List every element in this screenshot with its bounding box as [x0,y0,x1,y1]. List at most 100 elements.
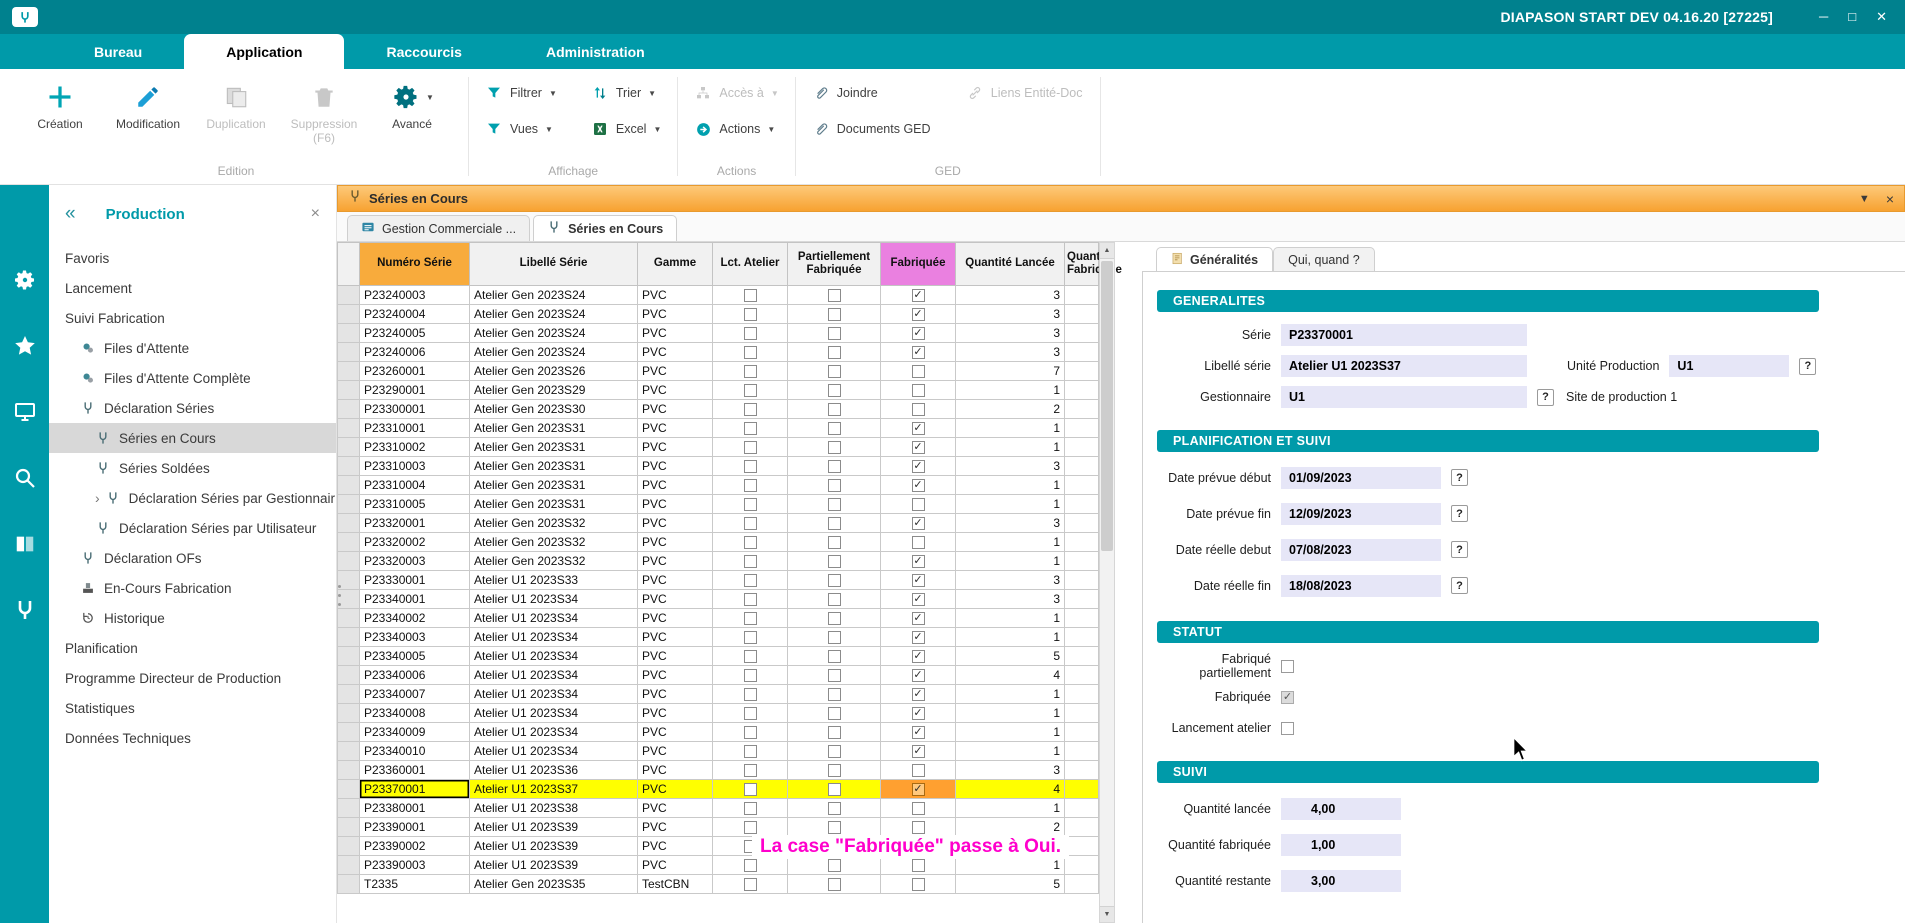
cell-serie[interactable]: P23340009 [360,723,470,742]
cell-quantite-lancee[interactable]: 3 [956,514,1065,533]
cell-libelle[interactable]: Atelier U1 2023S34 [470,590,638,609]
cell-gamme[interactable]: PVC [638,609,713,628]
cell-quantite-lancee[interactable]: 3 [956,286,1065,305]
cell-serie[interactable]: P23310004 [360,476,470,495]
cell-quantite-lancee[interactable]: 1 [956,552,1065,571]
table-row-P23340009[interactable]: P23340009Atelier U1 2023S34PVC1 [338,723,1099,742]
cell-quantite-lancee[interactable]: 1 [956,381,1065,400]
cell-gamme[interactable]: PVC [638,723,713,742]
cell-lct-atelier[interactable] [713,780,788,799]
checkbox[interactable] [828,365,841,378]
table-row-P23320003[interactable]: P23320003Atelier Gen 2023S32PVC1 [338,552,1099,571]
table-row-P23240005[interactable]: P23240005Atelier Gen 2023S24PVC3 [338,324,1099,343]
row-selector[interactable] [338,286,360,305]
checkbox[interactable] [912,498,925,511]
quantite-field[interactable]: 3,00 [1281,870,1401,892]
collapse-sidebar-icon[interactable]: « [65,203,76,225]
cell-gamme[interactable]: PVC [638,761,713,780]
checkbox[interactable] [744,555,757,568]
table-row-P23240004[interactable]: P23240004Atelier Gen 2023S24PVC3 [338,305,1099,324]
cell-quantite-fabriquee[interactable] [1065,457,1099,476]
checkbox[interactable] [744,365,757,378]
cell-lct-atelier[interactable] [713,476,788,495]
documents-ged-button[interactable]: Documents GED [808,120,936,138]
help-button[interactable]: ? [1451,577,1468,594]
cell-gamme[interactable]: PVC [638,742,713,761]
cell-serie[interactable]: P23340008 [360,704,470,723]
cell-serie[interactable]: P23330001 [360,571,470,590]
cell-quantite-fabriquee[interactable] [1065,590,1099,609]
row-selector[interactable] [338,761,360,780]
cell-fabriquee[interactable] [881,647,956,666]
cell-lct-atelier[interactable] [713,742,788,761]
cell-quantite-fabriquee[interactable] [1065,305,1099,324]
cell-partiellement[interactable] [788,533,881,552]
cell-libelle[interactable]: Atelier Gen 2023S32 [470,533,638,552]
cell-fabriquee[interactable] [881,609,956,628]
table-row-P23340010[interactable]: P23340010Atelier U1 2023S34PVC1 [338,742,1099,761]
column-header-serie[interactable]: Numéro Série [360,243,470,286]
column-header-qtefab[interactable]: Quantité Fabriquée [1065,243,1099,286]
cell-quantite-fabriquee[interactable] [1065,552,1099,571]
cell-quantite-fabriquee[interactable] [1065,761,1099,780]
checkbox[interactable] [744,327,757,340]
row-selector[interactable] [338,362,360,381]
cell-serie[interactable]: P23340005 [360,647,470,666]
table-row-P23310004[interactable]: P23310004Atelier Gen 2023S31PVC1 [338,476,1099,495]
cell-gamme[interactable]: PVC [638,324,713,343]
table-row-P23310005[interactable]: P23310005Atelier Gen 2023S31PVC1 [338,495,1099,514]
cell-serie[interactable]: P23370001 [360,780,470,799]
cell-quantite-fabriquee[interactable] [1065,609,1099,628]
cell-partiellement[interactable] [788,609,881,628]
cell-quantite-fabriquee[interactable] [1065,476,1099,495]
row-selector[interactable] [338,476,360,495]
cell-quantite-lancee[interactable]: 1 [956,628,1065,647]
row-selector[interactable] [338,438,360,457]
excel-button[interactable]: Excel ▼ [587,120,666,138]
checkbox[interactable] [744,593,757,606]
cell-libelle[interactable]: Atelier Gen 2023S24 [470,305,638,324]
cell-gamme[interactable]: PVC [638,305,713,324]
cell-quantite-lancee[interactable]: 1 [956,742,1065,761]
cell-gamme[interactable]: PVC [638,628,713,647]
cell-gamme[interactable]: PVC [638,590,713,609]
cell-lct-atelier[interactable] [713,704,788,723]
cell-partiellement[interactable] [788,286,881,305]
cell-fabriquee[interactable] [881,742,956,761]
cell-fabriquee[interactable] [881,305,956,324]
cell-gamme[interactable]: TestCBN [638,875,713,894]
corner-selector-cell[interactable] [338,243,360,286]
cell-serie[interactable]: P23240005 [360,324,470,343]
cell-serie[interactable]: P23240004 [360,305,470,324]
checkbox[interactable] [912,726,925,739]
cell-libelle[interactable]: Atelier U1 2023S34 [470,647,638,666]
cell-serie[interactable]: P23310001 [360,419,470,438]
help-button[interactable]: ? [1799,358,1816,375]
cell-partiellement[interactable] [788,628,881,647]
row-selector[interactable] [338,799,360,818]
checkbox[interactable] [744,574,757,587]
monitor-icon[interactable] [12,399,38,425]
checkbox[interactable] [912,536,925,549]
cell-libelle[interactable]: Atelier Gen 2023S31 [470,457,638,476]
cell-quantite-fabriquee[interactable] [1065,571,1099,590]
checkbox[interactable] [828,802,841,815]
cell-lct-atelier[interactable] [713,457,788,476]
checkbox[interactable] [912,859,925,872]
cell-lct-atelier[interactable] [713,514,788,533]
checkbox[interactable] [828,422,841,435]
cell-fabriquee[interactable] [881,704,956,723]
close-button[interactable]: ✕ [1876,9,1887,25]
cell-fabriquee[interactable] [881,286,956,305]
cell-serie[interactable]: P23360001 [360,761,470,780]
cell-quantite-lancee[interactable]: 3 [956,343,1065,362]
cell-quantite-lancee[interactable]: 5 [956,647,1065,666]
cell-serie[interactable]: P23390001 [360,818,470,837]
checkbox[interactable] [828,783,841,796]
diapason-icon[interactable] [12,597,38,623]
checkbox[interactable] [828,764,841,777]
cell-libelle[interactable]: Atelier U1 2023S34 [470,685,638,704]
sidebar-item-en-cours-fabrication[interactable]: En-Cours Fabrication [49,573,336,603]
cell-libelle[interactable]: Atelier U1 2023S37 [470,780,638,799]
scrollbar-thumb[interactable] [1101,261,1113,551]
